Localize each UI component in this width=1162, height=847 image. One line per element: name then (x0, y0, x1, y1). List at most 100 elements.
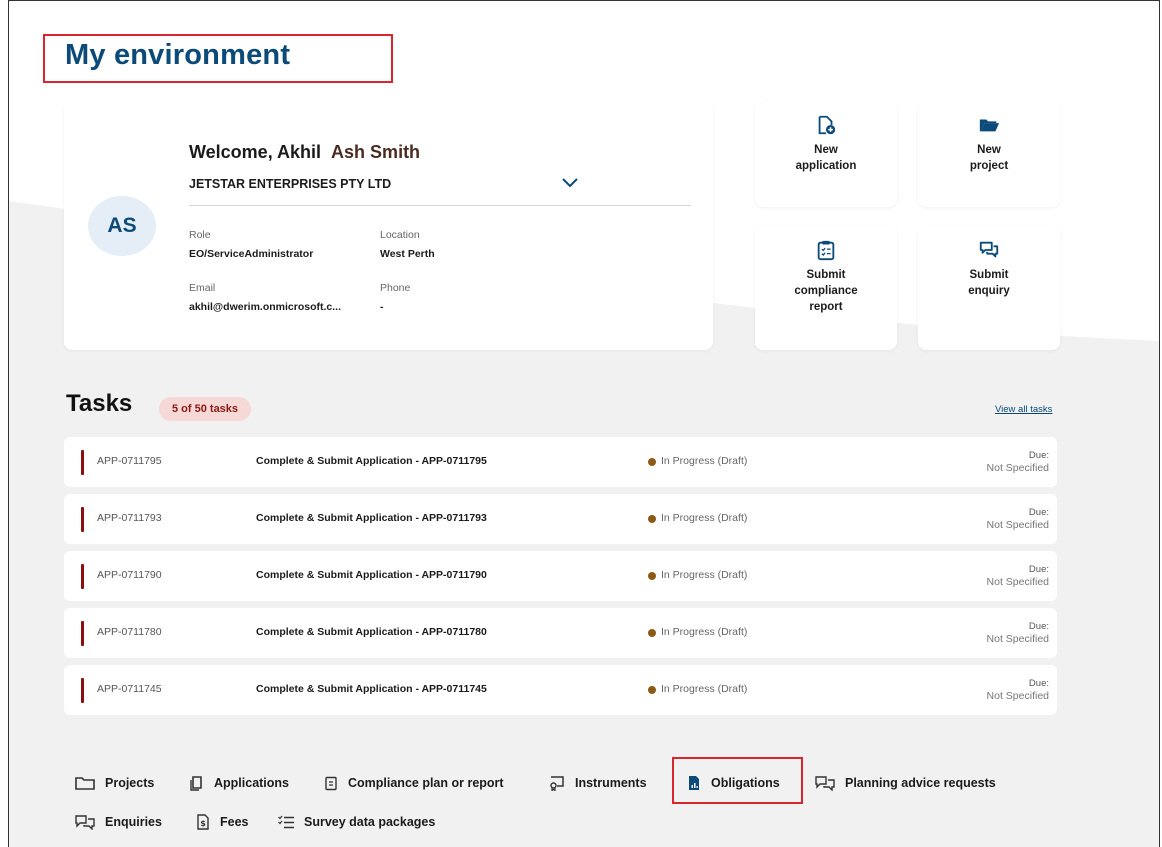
new-project-label-1: New (977, 144, 1001, 156)
submit-compliance-report-button[interactable]: Submit compliance report (755, 225, 897, 350)
due-value: Not Specified (986, 690, 1049, 702)
nav-applications[interactable]: Applications (189, 775, 289, 791)
task-id: APP-0711795 (97, 455, 162, 467)
task-row[interactable]: APP-0711745 Complete & Submit Applicatio… (64, 665, 1057, 715)
welcome-heading: Welcome, Akhil Ash Smith (189, 142, 420, 163)
user-name: Ash Smith (331, 142, 421, 162)
task-title: Complete & Submit Application - APP-0711… (256, 683, 487, 695)
location-value: West Perth (380, 248, 435, 260)
nav-enquiries[interactable]: Enquiries (74, 814, 162, 830)
status-dot (648, 629, 656, 637)
task-priority-bar (81, 621, 84, 646)
email-value: akhil@dwerim.onmicrosoft.c... (189, 301, 342, 313)
new-project-button[interactable]: New project (918, 100, 1060, 207)
clipboard-icon (325, 776, 337, 791)
view-all-tasks-link[interactable]: View all tasks (995, 404, 1052, 415)
nav-instruments-label: Instruments (575, 776, 647, 790)
compliance-label-2: compliance (794, 285, 858, 297)
task-status: In Progress (Draft) (661, 455, 748, 467)
tasks-count-badge: 5 of 50 tasks (159, 397, 252, 421)
svg-text:$: $ (200, 819, 206, 828)
task-row[interactable]: APP-0711795 Complete & Submit Applicatio… (64, 437, 1057, 487)
new-file-icon (818, 115, 836, 135)
status-dot (648, 515, 656, 523)
enquiry-label-2: enquiry (968, 285, 1010, 297)
profile-card: AS Welcome, Akhil Ash Smith JETSTAR ENTER… (64, 100, 713, 350)
chat-icon (979, 241, 999, 258)
submit-enquiry-button[interactable]: Submit enquiry (918, 225, 1060, 350)
nav-compliance-label: Compliance plan or report (348, 776, 504, 790)
folder-open-icon (979, 119, 1000, 132)
task-id: APP-0711790 (97, 569, 162, 581)
location-label: Location (380, 229, 420, 241)
due-value: Not Specified (986, 519, 1049, 531)
task-priority-bar (81, 450, 84, 475)
highlight-box-obligations (672, 757, 803, 804)
welcome-text: Welcome, Akhil (189, 142, 322, 162)
due-value: Not Specified (986, 576, 1049, 588)
nav-fees-label: Fees (220, 815, 249, 829)
nav-survey-label: Survey data packages (304, 815, 436, 829)
checklist-icon (278, 815, 294, 829)
new-application-label-1: New (814, 144, 838, 156)
due-label: Due: (1028, 564, 1049, 575)
status-dot (648, 572, 656, 580)
nav-enquiries-label: Enquiries (105, 815, 162, 829)
compliance-label-3: report (809, 301, 843, 313)
task-title: Complete & Submit Application - APP-0711… (256, 569, 487, 581)
chat-icon (75, 815, 95, 830)
documents-icon (190, 776, 202, 791)
task-status: In Progress (Draft) (661, 569, 748, 581)
task-row[interactable]: APP-0711780 Complete & Submit Applicatio… (64, 608, 1057, 658)
role-value: EO/ServiceAdministrator (189, 248, 314, 260)
task-priority-bar (81, 564, 84, 589)
due-label: Due: (1028, 621, 1049, 632)
task-id: APP-0711793 (97, 512, 162, 524)
task-priority-bar (81, 507, 84, 532)
task-id: APP-0711780 (97, 626, 162, 638)
divider (189, 205, 691, 206)
task-id: APP-0711745 (97, 683, 162, 695)
phone-label: Phone (380, 282, 411, 294)
clipboard-icon (817, 240, 835, 261)
compliance-label-1: Submit (806, 269, 846, 281)
due-value: Not Specified (986, 462, 1049, 474)
nav-applications-label: Applications (214, 776, 290, 790)
chevron-down-icon[interactable] (558, 172, 582, 192)
task-status: In Progress (Draft) (661, 512, 748, 524)
nav-planning-label: Planning advice requests (845, 776, 996, 790)
enquiry-label-1: Submit (969, 269, 1009, 281)
highlight-box-title (43, 34, 393, 83)
new-project-label-2: project (969, 160, 1009, 172)
nav-projects-label: Projects (105, 776, 155, 790)
company-name: JETSTAR ENTERPRISES PTY LTD (189, 177, 392, 191)
nav-fees[interactable]: $ Fees (195, 814, 249, 830)
task-status: In Progress (Draft) (661, 683, 748, 695)
task-row[interactable]: APP-0711790 Complete & Submit Applicatio… (64, 551, 1057, 601)
nav-projects[interactable]: Projects (74, 775, 154, 791)
task-status: In Progress (Draft) (661, 626, 748, 638)
phone-value: - (380, 301, 384, 313)
avatar: AS (88, 196, 156, 256)
invoice-icon: $ (197, 814, 209, 830)
due-label: Due: (1028, 678, 1049, 689)
due-label: Due: (1028, 450, 1049, 461)
new-application-button[interactable]: New application (755, 100, 897, 207)
certificate-icon (550, 776, 564, 791)
app-frame: My environment AS Welcome, Akhil Ash Smit… (8, 0, 1160, 847)
nav-planning-advice[interactable]: Planning advice requests (814, 775, 996, 791)
nav-compliance[interactable]: Compliance plan or report (323, 775, 504, 791)
task-row[interactable]: APP-0711793 Complete & Submit Applicatio… (64, 494, 1057, 544)
email-label: Email (189, 282, 216, 294)
nav-survey-data[interactable]: Survey data packages (277, 814, 435, 830)
nav-instruments[interactable]: Instruments (548, 775, 647, 791)
due-label: Due: (1028, 507, 1049, 518)
role-label: Role (189, 229, 211, 241)
due-value: Not Specified (986, 633, 1049, 645)
status-dot (648, 686, 656, 694)
task-title: Complete & Submit Application - APP-0711… (256, 455, 487, 467)
new-application-label-2: application (795, 160, 857, 172)
task-priority-bar (81, 678, 84, 703)
status-dot (648, 458, 656, 466)
folder-icon (75, 777, 95, 790)
